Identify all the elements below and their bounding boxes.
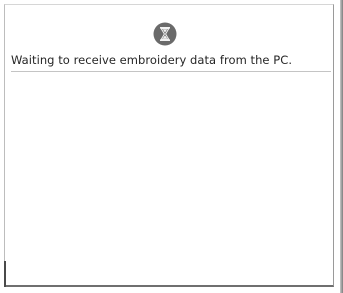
message-divider — [11, 71, 331, 72]
receiving-data-dialog: Waiting to receive embroidery data from … — [4, 4, 334, 287]
machine-screen: Waiting to receive embroidery data from … — [0, 0, 343, 293]
status-message: Waiting to receive embroidery data from … — [11, 53, 293, 67]
hourglass-icon — [153, 22, 177, 46]
